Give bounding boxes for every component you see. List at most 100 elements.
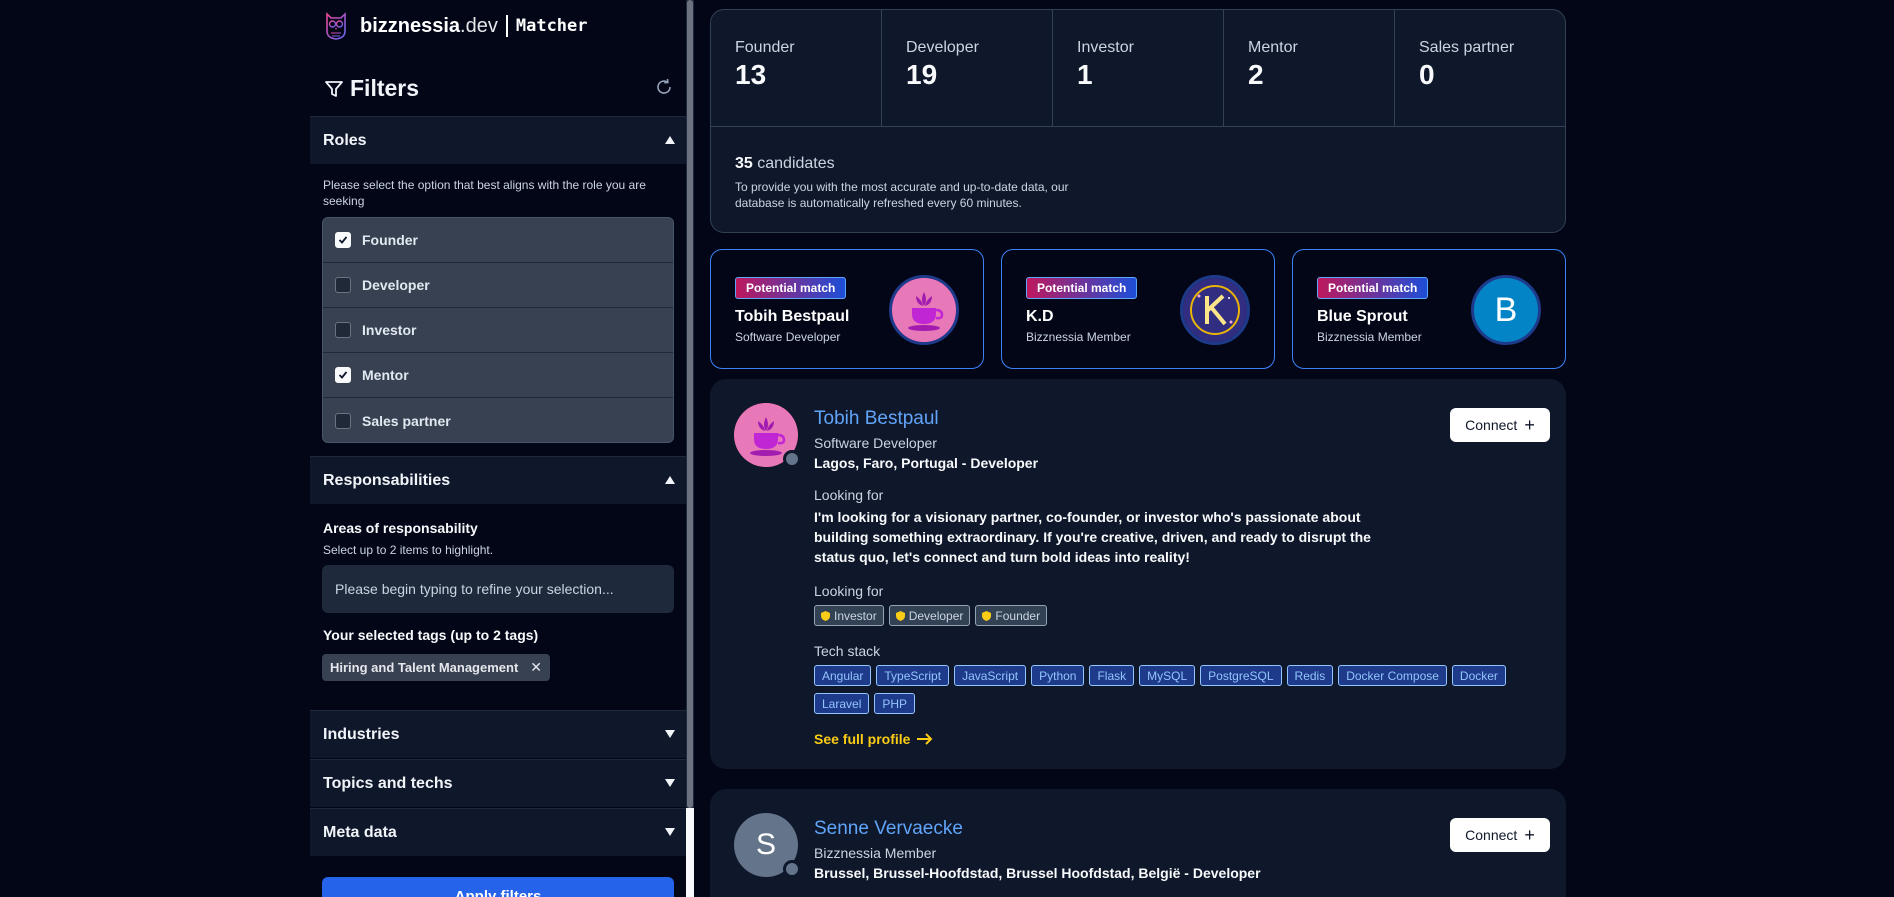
refresh-icon[interactable] (655, 78, 673, 96)
product-name: Matcher (515, 16, 588, 36)
areas-label: Areas of responsability (323, 520, 478, 536)
filters-sidebar: bizznessia.dev Matcher Filters Roles Ple… (310, 0, 686, 897)
chevron-down-icon (665, 730, 675, 738)
shield-icon (895, 610, 905, 621)
looking-for-tags: Investor Developer Founder (814, 605, 1048, 626)
plus-icon: + (1524, 414, 1535, 435)
profile-name[interactable]: Senne Vervaecke (814, 818, 963, 840)
online-status-indicator (783, 450, 801, 468)
funnel-icon (325, 80, 343, 97)
shield-icon (821, 610, 830, 621)
tech-tag: Docker Compose (1338, 665, 1447, 686)
checkmark-icon (338, 371, 348, 379)
responsabilities-section-header[interactable]: Responsabilities (310, 456, 686, 504)
match-role: Software Developer (735, 330, 841, 344)
potential-match-badge: Potential match (735, 277, 847, 299)
scrollbar-track-end (686, 808, 694, 897)
looking-for-tag: Investor (814, 605, 884, 626)
candidates-count: 35 candidates (735, 155, 835, 172)
tech-tag: JavaScript (954, 665, 1027, 686)
potential-match-card[interactable]: Potential match Tobih Bestpaul Software … (710, 249, 984, 369)
role-option-sales-partner[interactable]: Sales partner (323, 398, 673, 442)
match-name: Blue Sprout (1317, 308, 1408, 325)
connect-button[interactable]: Connect + (1450, 818, 1550, 852)
checkbox-checked[interactable] (335, 367, 351, 383)
meta-data-section-header[interactable]: Meta data (310, 808, 686, 856)
selected-tag: Hiring and Talent Management ✕ (322, 654, 551, 681)
checkmark-icon (338, 236, 348, 244)
roles-section-header[interactable]: Roles (310, 116, 686, 164)
brand-divider (505, 15, 508, 37)
selected-tags-label: Your selected tags (up to 2 tags) (323, 627, 539, 643)
profile-location: Lagos, Faro, Portugal - Developer (814, 455, 1039, 471)
arrow-right-icon (917, 733, 933, 745)
connect-button[interactable]: Connect + (1450, 408, 1550, 442)
checkbox[interactable] (335, 322, 351, 338)
roles-options: Founder Developer Investor Mentor Sales … (322, 217, 674, 443)
checkbox-checked[interactable] (335, 232, 351, 248)
role-label: Investor (362, 322, 417, 338)
apply-filters-button[interactable]: Apply filters (322, 877, 674, 897)
remove-tag-icon[interactable]: ✕ (530, 659, 542, 676)
profile-role: Software Developer (814, 435, 937, 451)
match-role: Bizznessia Member (1317, 330, 1422, 344)
tech-tag: Angular (814, 665, 872, 686)
looking-for-text: I'm looking for a visionary partner, co-… (814, 509, 1371, 565)
chevron-down-icon (665, 828, 675, 836)
profile-role: Bizznessia Member (814, 845, 937, 861)
industries-section-header[interactable]: Industries (310, 710, 686, 758)
role-option-developer[interactable]: Developer (323, 263, 673, 308)
looking-for-tags-heading: Looking for (814, 583, 884, 599)
tech-stack-heading: Tech stack (814, 643, 881, 659)
stat-sales-partner: Sales partner 0 (1395, 10, 1565, 127)
stat-investor: Investor 1 (1053, 10, 1224, 127)
topics-section-header[interactable]: Topics and techs (310, 759, 686, 807)
role-label: Sales partner (362, 412, 451, 429)
profile-name[interactable]: Tobih Bestpaul (814, 408, 939, 430)
stat-developer: Developer 19 (882, 10, 1053, 127)
chevron-up-icon (665, 476, 675, 484)
stat-mentor: Mentor 2 (1224, 10, 1395, 127)
chevron-down-icon (665, 779, 675, 787)
tech-tag: MySQL (1139, 665, 1196, 686)
profile-card: S Senne Vervaecke Bizznessia Member Brus… (710, 789, 1566, 897)
checkbox[interactable] (335, 412, 351, 429)
role-option-founder[interactable]: Founder (323, 218, 673, 263)
role-option-mentor[interactable]: Mentor (323, 353, 673, 398)
potential-match-badge: Potential match (1026, 277, 1138, 299)
tech-tag: Flask (1089, 665, 1135, 686)
plus-icon: + (1524, 824, 1535, 845)
owl-logo-icon (326, 12, 346, 40)
brand-header[interactable]: bizznessia.dev Matcher (324, 10, 588, 42)
role-label: Mentor (362, 367, 409, 383)
roles-hint: Please select the option that best align… (323, 178, 646, 208)
match-role: Bizznessia Member (1026, 330, 1131, 344)
potential-match-card[interactable]: Potential match K.D Bizznessia Member (1001, 249, 1275, 369)
areas-search-input[interactable] (322, 565, 674, 613)
shield-icon (982, 610, 992, 621)
match-name: Tobih Bestpaul (735, 308, 850, 325)
tech-tag: PHP (874, 693, 916, 714)
tech-tag: Python (1031, 665, 1085, 686)
potential-match-card[interactable]: Potential match Blue Sprout Bizznessia M… (1292, 249, 1566, 369)
tech-tag: Docker (1451, 665, 1506, 686)
role-label: Founder (362, 232, 418, 248)
checkbox[interactable] (335, 277, 351, 293)
looking-for-heading: Looking for (814, 487, 884, 503)
avatar (1180, 275, 1250, 345)
sidebar-scrollbar[interactable] (686, 0, 694, 897)
online-status-indicator (783, 860, 801, 878)
chevron-up-icon (665, 136, 675, 144)
role-option-investor[interactable]: Investor (323, 308, 673, 353)
tech-tag: Laravel (814, 693, 870, 714)
brand-name: bizznessia.dev (360, 14, 498, 37)
avatar (889, 275, 959, 345)
see-full-profile-link[interactable]: See full profile (814, 731, 934, 747)
candidate-stats-card: Founder 13 Developer 19 Investor 1 Mentor 2 … (710, 9, 1566, 233)
teacup-lotus-avatar-icon (892, 278, 956, 342)
scrollbar-thumb[interactable] (687, 0, 693, 808)
areas-hint: Select up to 2 items to highlight. (323, 543, 494, 557)
stat-founder: Founder 13 (711, 10, 882, 127)
potential-match-badge: Potential match (1317, 277, 1429, 299)
tech-tag: PostgreSQL (1200, 665, 1282, 686)
